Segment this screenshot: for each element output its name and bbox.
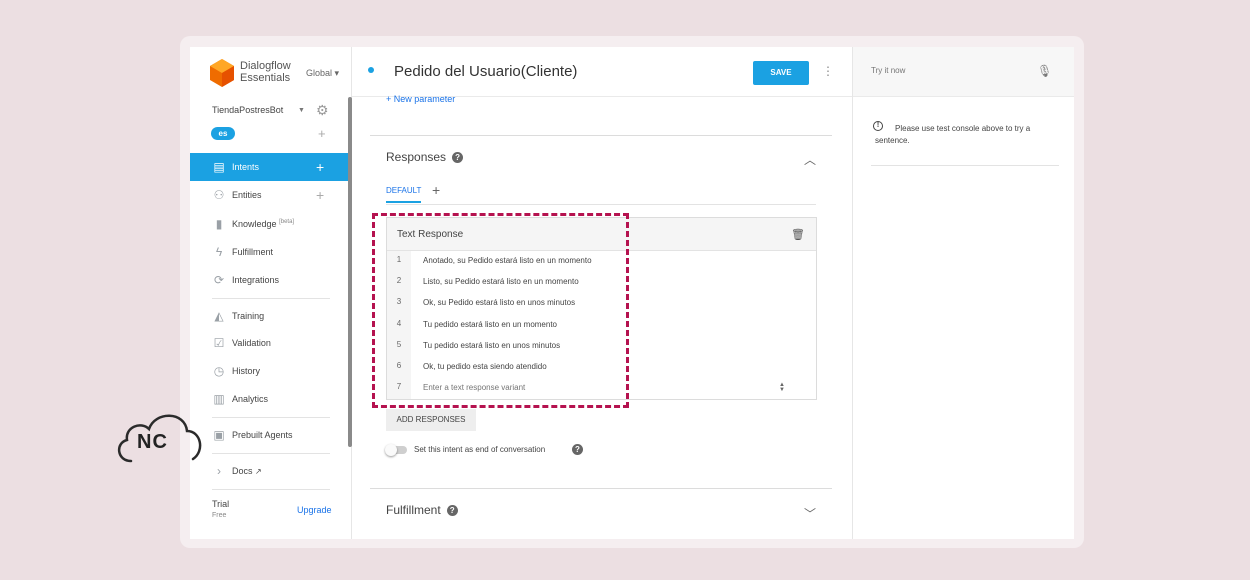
responses-section-title: Responses? — [386, 150, 464, 164]
console-divider — [871, 165, 1059, 166]
agent-dropdown-icon[interactable]: ▼ — [298, 107, 305, 114]
upgrade-link[interactable]: Upgrade — [297, 505, 332, 515]
graduation-cap-icon: ◭ — [214, 309, 224, 323]
dialogflow-app: Dialogflow Essentials Global ▾ TiendaPos… — [190, 47, 1074, 539]
highlight-annotation — [372, 213, 629, 408]
checkbox-icon: ☑ — [213, 336, 225, 350]
sidebar-item-docs[interactable]: › Docs ↗ — [190, 457, 348, 485]
sidebar-item-validation[interactable]: ☑ Validation — [190, 329, 348, 357]
sidebar-item-analytics[interactable]: ▥ Analytics — [190, 385, 348, 413]
book-icon: ▮ — [215, 217, 223, 231]
end-conversation-label: Set this intent as end of conversation — [414, 445, 546, 454]
sync-icon: ⟳ — [213, 273, 225, 287]
toggle-knob — [385, 444, 397, 456]
plan-sub-label: Free — [212, 512, 227, 519]
try-it-input[interactable] — [871, 66, 1021, 75]
chevron-right-icon: › — [217, 464, 221, 478]
more-options-icon[interactable]: ⋮ — [822, 64, 834, 78]
add-responses-button[interactable]: ADD RESPONSES — [386, 409, 476, 431]
nc-logo-text: NC — [137, 431, 168, 453]
brand-name: Dialogflow Essentials — [240, 60, 291, 84]
intent-title[interactable]: Pedido del Usuario(Cliente) — [394, 63, 577, 80]
microphone-icon[interactable]: 🎙 — [1037, 64, 1052, 78]
sidebar-divider — [212, 453, 330, 454]
section-divider — [370, 135, 832, 136]
hierarchy-icon: ⚇ — [213, 188, 225, 202]
help-icon[interactable]: ? — [446, 505, 458, 517]
sidebar-item-entities[interactable]: ⚇ Entities + — [190, 181, 348, 209]
help-icon[interactable]: ? — [572, 444, 583, 455]
sidebar-item-knowledge[interactable]: ▮ Knowledge [beta] — [190, 210, 348, 238]
add-intent-icon[interactable]: + — [316, 159, 324, 175]
console-info-text: Please use test console above to try a s… — [875, 124, 1031, 145]
region-selector[interactable]: Global ▾ — [306, 68, 339, 79]
new-parameter-link[interactable]: + New parameter — [386, 94, 455, 104]
trash-icon[interactable]: 🗑 — [791, 228, 805, 241]
save-button[interactable]: SAVE — [753, 61, 809, 85]
chat-icon: ▤ — [213, 160, 225, 174]
add-entity-icon[interactable]: + — [316, 187, 324, 203]
test-console: 🎙 ! Please use test console above to try… — [852, 47, 1074, 539]
tab-divider — [386, 204, 816, 205]
sidebar-item-history[interactable]: ◷ History — [190, 357, 348, 385]
add-language-icon[interactable]: + — [318, 126, 326, 141]
chevron-up-icon[interactable]: ︿ — [804, 151, 816, 168]
agent-name[interactable]: TiendaPostresBot — [212, 105, 283, 115]
sidebar-divider — [212, 298, 330, 299]
intent-editor: Pedido del Usuario(Cliente) SAVE ⋮ + New… — [352, 47, 852, 539]
sidebar-item-intents[interactable]: ▤ Intents + — [190, 153, 348, 181]
tab-default[interactable]: DEFAULT — [386, 186, 422, 203]
sidebar-item-fulfillment[interactable]: ϟ Fulfillment — [190, 238, 348, 266]
dialogflow-logo-icon — [210, 59, 234, 87]
sidebar-item-integrations[interactable]: ⟳ Integrations — [190, 266, 348, 294]
help-icon[interactable]: ? — [452, 152, 464, 164]
add-tab-icon[interactable]: + — [432, 182, 440, 198]
sidebar: Dialogflow Essentials Global ▾ TiendaPos… — [190, 47, 352, 539]
language-badge[interactable]: es — [211, 127, 235, 140]
agents-icon: ▣ — [213, 428, 225, 442]
section-divider — [370, 488, 832, 489]
stepper-icon[interactable]: ▲ ▼ — [779, 382, 785, 393]
fulfillment-section-title: Fulfillment? — [386, 503, 458, 517]
gear-icon[interactable]: ⚙ — [316, 102, 329, 119]
external-link-icon: ↗ — [255, 467, 262, 476]
sidebar-divider — [212, 417, 330, 418]
sidebar-item-training[interactable]: ◭ Training — [190, 302, 348, 330]
sidebar-item-prebuilt-agents[interactable]: ▣ Prebuilt Agents — [190, 421, 348, 449]
sidebar-divider — [212, 489, 330, 490]
clock-icon: ◷ — [213, 364, 225, 378]
intent-status-dot — [368, 67, 374, 73]
chevron-down-icon[interactable]: ﹀ — [804, 505, 816, 522]
lightning-icon: ϟ — [215, 245, 223, 259]
bar-chart-icon: ▥ — [213, 392, 225, 406]
end-conversation-toggle[interactable] — [385, 444, 407, 456]
plan-label: Trial — [212, 499, 230, 509]
try-it-bar: 🎙 — [853, 47, 1074, 97]
